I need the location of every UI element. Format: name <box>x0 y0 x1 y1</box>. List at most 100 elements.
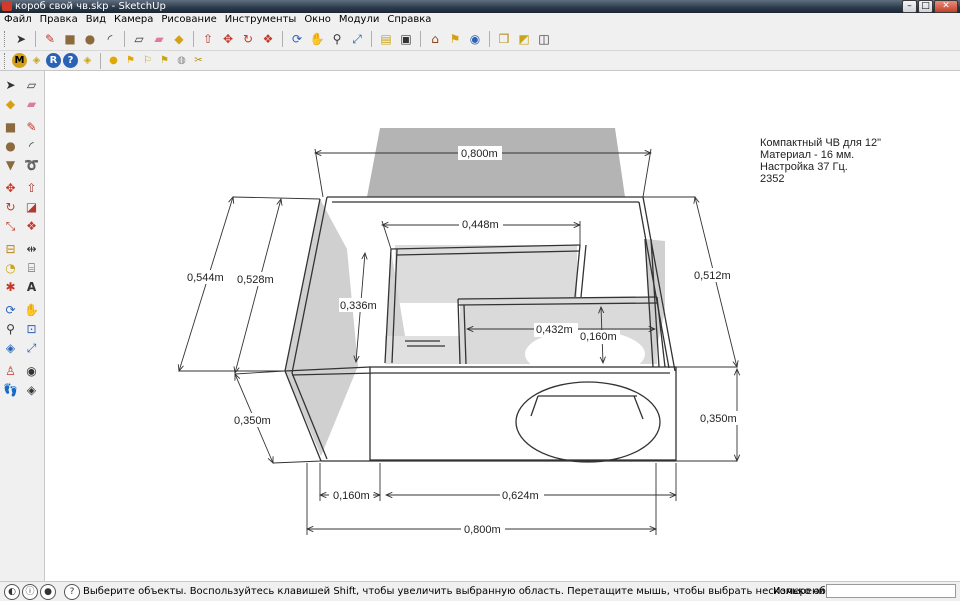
m-plugin-icon[interactable]: M <box>12 53 27 68</box>
zoom-icon[interactable]: ⚲ <box>328 30 346 48</box>
menu-file[interactable]: Файл <box>0 13 36 27</box>
pan-icon[interactable]: ✋ <box>308 30 326 48</box>
zoom-extents-icon[interactable]: ⤢ <box>348 30 366 48</box>
orbit-icon[interactable]: ⟳ <box>1 300 20 319</box>
move-icon[interactable]: ✥ <box>1 178 20 197</box>
measurements-input[interactable] <box>826 584 956 598</box>
styles-icon[interactable]: ◩ <box>515 30 533 48</box>
toolbar-grip[interactable] <box>4 52 8 69</box>
flag2-icon[interactable]: ⚐ <box>140 53 155 68</box>
drawing-canvas[interactable]: 0,800m 0,448m 0,544m 0,528m 0,336m 0,512… <box>45 71 960 581</box>
rectangle-icon[interactable]: ■ <box>61 30 79 48</box>
globe-icon[interactable]: ◍ <box>174 53 189 68</box>
previous-view-icon[interactable]: ◈ <box>1 338 20 357</box>
r-plugin-icon[interactable]: R <box>46 53 61 68</box>
paint-bucket-icon[interactable]: ◆ <box>170 30 188 48</box>
zoom-icon[interactable]: ⚲ <box>1 319 20 338</box>
tape-measure-icon[interactable]: ⊟ <box>1 239 20 258</box>
minimize-icon[interactable]: – <box>902 0 917 13</box>
zoom-window-icon[interactable]: ⊡ <box>22 319 41 338</box>
toolbar-separator <box>35 30 36 47</box>
rotate-icon[interactable]: ↻ <box>239 30 257 48</box>
share-model-icon[interactable]: ▣ <box>397 30 415 48</box>
eraser-icon[interactable]: ▰ <box>150 30 168 48</box>
user-icon[interactable]: ● <box>40 584 56 600</box>
scale-icon[interactable]: ⤡ <box>1 216 20 235</box>
tag2-plugin-icon[interactable]: ◈ <box>80 53 95 68</box>
menu-camera[interactable]: Камера <box>110 13 157 27</box>
push-pull-icon[interactable]: ⇧ <box>199 30 217 48</box>
geo-location-icon[interactable]: ◐ <box>4 584 20 600</box>
credits-icon[interactable]: ⓘ <box>22 584 38 600</box>
tag-plugin-icon[interactable]: ◈ <box>29 53 44 68</box>
axes-icon[interactable]: ✱ <box>1 277 20 296</box>
get-models-icon[interactable]: ⌂ <box>426 30 444 48</box>
menu-view[interactable]: Вид <box>82 13 110 27</box>
section-plane-icon[interactable]: ◈ <box>22 380 41 399</box>
menu-help[interactable]: Справка <box>383 13 435 27</box>
position-camera-icon[interactable]: ♙ <box>1 361 20 380</box>
window-controls: – □ ✕ <box>902 0 958 13</box>
follow-me-icon[interactable]: ◪ <box>22 197 41 216</box>
select-icon[interactable]: ➤ <box>12 30 30 48</box>
dimension-icon[interactable]: ⇹ <box>22 239 41 258</box>
help-plugin-icon[interactable]: ? <box>63 53 78 68</box>
toolbar-separator <box>282 30 283 47</box>
dim-inner-height: 0,336m <box>340 300 377 312</box>
look-around-icon[interactable]: ◉ <box>22 361 41 380</box>
text-note[interactable]: Компактный ЧВ для 12" Материал - 16 мм. … <box>760 137 881 185</box>
rotate-icon[interactable]: ↻ <box>1 197 20 216</box>
menu-window[interactable]: Окно <box>300 13 335 27</box>
dim-bottom-mid: 0,624m <box>502 490 539 502</box>
arc-icon[interactable]: ◜ <box>101 30 119 48</box>
measurements-label: Измерения <box>773 586 832 597</box>
circle-icon[interactable]: ● <box>1 136 20 155</box>
layers-icon[interactable]: ◫ <box>535 30 553 48</box>
components-icon[interactable]: ❒ <box>495 30 513 48</box>
dim-bottom-small: 0,160m <box>333 490 370 502</box>
close-icon[interactable]: ✕ <box>934 0 958 13</box>
flag-icon[interactable]: ⚑ <box>123 53 138 68</box>
make-component-icon[interactable]: ▱ <box>22 75 41 94</box>
text-icon[interactable]: ⌸ <box>22 258 41 277</box>
scissors-icon[interactable]: ✂ <box>191 53 206 68</box>
place-model-icon[interactable]: ⚑ <box>446 30 464 48</box>
protractor-icon[interactable]: ◔ <box>1 258 20 277</box>
toolbar-separator <box>420 30 421 47</box>
3d-warehouse-icon[interactable]: ▤ <box>377 30 395 48</box>
freehand-icon[interactable]: ➰ <box>22 155 41 174</box>
menu-plugins[interactable]: Модули <box>335 13 383 27</box>
paint-bucket-icon[interactable]: ◆ <box>1 94 20 113</box>
line-icon[interactable]: ✎ <box>22 117 41 136</box>
move-icon[interactable]: ✥ <box>219 30 237 48</box>
dim-left-height: 0,544m <box>187 272 224 284</box>
offset-icon[interactable]: ❖ <box>259 30 277 48</box>
polygon-icon[interactable]: ▼ <box>1 155 20 174</box>
pan-icon[interactable]: ✋ <box>22 300 41 319</box>
arc-icon[interactable]: ◜ <box>22 136 41 155</box>
3d-text-icon[interactable]: A <box>22 277 41 296</box>
zoom-extents-icon[interactable]: ⤢ <box>22 338 41 357</box>
offset-icon[interactable]: ❖ <box>22 216 41 235</box>
rectangle-icon[interactable]: ■ <box>1 117 20 136</box>
make-component-icon[interactable]: ▱ <box>130 30 148 48</box>
flag3-icon[interactable]: ⚑ <box>157 53 172 68</box>
circle-icon[interactable]: ● <box>81 30 99 48</box>
menu-draw[interactable]: Рисование <box>157 13 220 27</box>
sphere-icon[interactable]: ● <box>106 53 121 68</box>
walk-icon[interactable]: 👣 <box>1 380 20 399</box>
menu-tools[interactable]: Инструменты <box>221 13 301 27</box>
help-icon[interactable]: ? <box>64 584 80 600</box>
status-hint: Выберите объекты. Воспользуйтесь клавише… <box>83 586 826 597</box>
select-icon[interactable]: ➤ <box>1 75 20 94</box>
maximize-icon[interactable]: □ <box>918 0 933 13</box>
menu-edit[interactable]: Правка <box>36 13 82 27</box>
eraser-icon[interactable]: ▰ <box>22 94 41 113</box>
dim-left-depth: 0,528m <box>237 274 274 286</box>
pencil-icon[interactable]: ✎ <box>41 30 59 48</box>
toolbar-separator <box>371 30 372 47</box>
google-earth-icon[interactable]: ◉ <box>466 30 484 48</box>
toolbar-grip[interactable] <box>4 30 8 47</box>
orbit-icon[interactable]: ⟳ <box>288 30 306 48</box>
push-pull-icon[interactable]: ⇧ <box>22 178 41 197</box>
